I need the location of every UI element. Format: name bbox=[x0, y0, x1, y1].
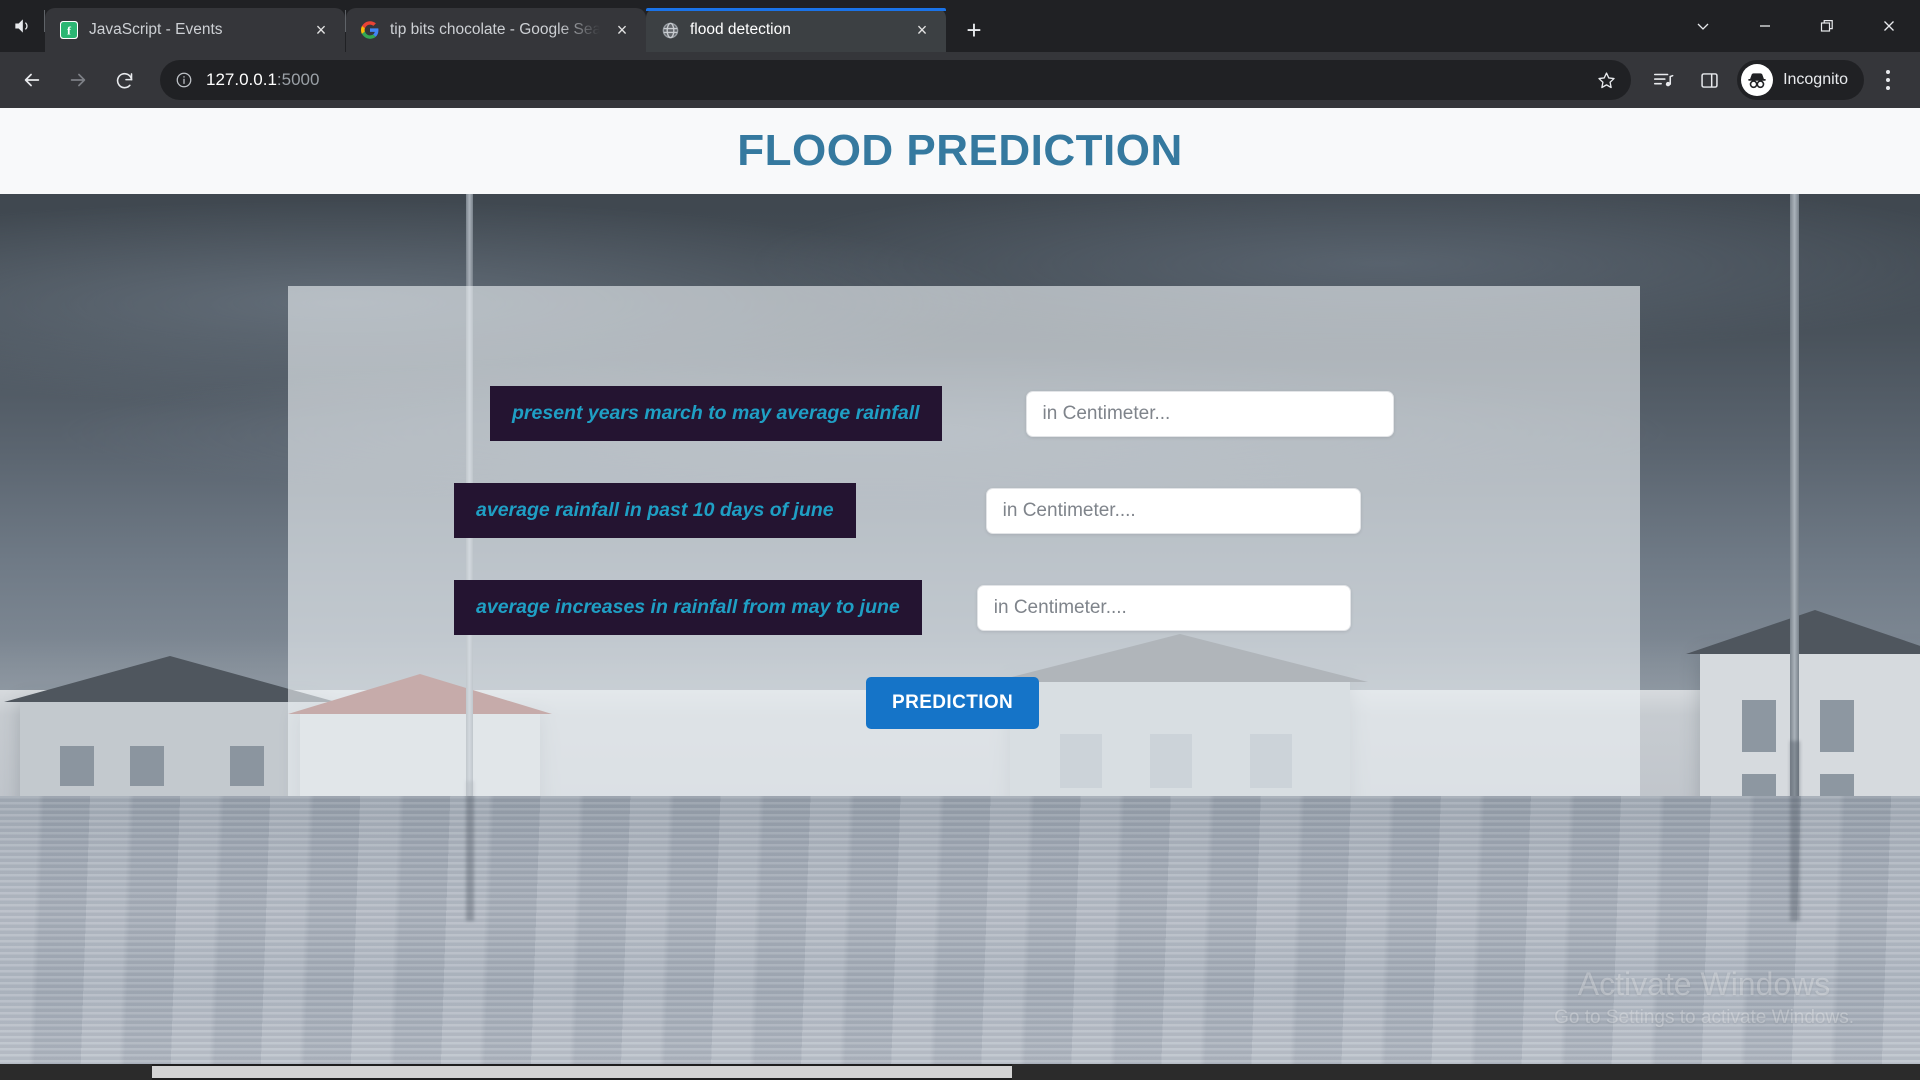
prediction-form-panel: present years march to may average rainf… bbox=[288, 286, 1640, 796]
url-port: :5000 bbox=[276, 70, 320, 89]
url-text: 127.0.0.1:5000 bbox=[206, 70, 319, 90]
profile-chip[interactable]: Incognito bbox=[1737, 60, 1864, 100]
url-host: 127.0.0.1 bbox=[206, 70, 277, 89]
side-panel-icon[interactable] bbox=[1687, 58, 1731, 102]
form-row-rainfall-increase: average increases in rainfall from may t… bbox=[288, 580, 1640, 635]
close-icon[interactable]: × bbox=[910, 18, 934, 42]
pole-reflection bbox=[1790, 740, 1800, 921]
star-icon[interactable] bbox=[1596, 70, 1617, 91]
scrollbar-thumb[interactable] bbox=[152, 1066, 1012, 1078]
input-march-may-rainfall[interactable] bbox=[1025, 390, 1394, 437]
js-tutorial-icon: f bbox=[59, 20, 79, 40]
tab-google-search[interactable]: tip bits chocolate - Google Search × bbox=[346, 8, 646, 52]
pole-reflection bbox=[466, 780, 474, 921]
close-icon[interactable] bbox=[1858, 0, 1920, 52]
globe-icon bbox=[660, 20, 680, 40]
tab-flood-detection[interactable]: flood detection × bbox=[646, 8, 946, 52]
field-label-march-may: present years march to may average rainf… bbox=[490, 386, 942, 441]
reload-icon[interactable] bbox=[102, 58, 146, 102]
page-title: FLOOD PREDICTION bbox=[737, 126, 1183, 175]
three-dot-menu-icon[interactable] bbox=[1866, 58, 1910, 102]
profile-label: Incognito bbox=[1783, 71, 1848, 88]
restore-icon[interactable] bbox=[1796, 0, 1858, 52]
field-label-rainfall-increase: average increases in rainfall from may t… bbox=[454, 580, 922, 635]
close-icon[interactable]: × bbox=[309, 18, 333, 42]
new-tab-button[interactable]: + bbox=[952, 12, 996, 48]
forward-arrow-icon bbox=[56, 58, 100, 102]
water-ripples bbox=[0, 796, 1920, 1080]
page-viewport: FLOOD PREDICTION present years march to … bbox=[0, 108, 1920, 1080]
close-icon[interactable]: × bbox=[610, 18, 634, 42]
chevron-down-icon[interactable] bbox=[1672, 0, 1734, 52]
horizontal-scrollbar[interactable] bbox=[0, 1064, 1920, 1080]
browser-window: f JavaScript - Events × tip bits chocola… bbox=[0, 0, 1920, 1080]
tab-list: f JavaScript - Events × tip bits chocola… bbox=[45, 0, 996, 52]
back-arrow-icon[interactable] bbox=[10, 58, 54, 102]
tab-title: flood detection bbox=[690, 21, 791, 38]
submit-row: PREDICTION bbox=[288, 677, 1640, 729]
minimize-icon[interactable] bbox=[1734, 0, 1796, 52]
tab-title: tip bits chocolate - Google Search bbox=[390, 21, 600, 38]
tab-title: JavaScript - Events bbox=[89, 21, 223, 38]
tab-strip: f JavaScript - Events × tip bits chocola… bbox=[0, 0, 1920, 52]
form-row-rainfall-march-may: present years march to may average rainf… bbox=[288, 386, 1640, 441]
hero-background: present years march to may average rainf… bbox=[0, 194, 1920, 1080]
google-icon bbox=[360, 20, 380, 40]
prediction-button[interactable]: PREDICTION bbox=[866, 677, 1040, 729]
incognito-icon bbox=[1741, 64, 1774, 96]
page-header: FLOOD PREDICTION bbox=[0, 108, 1920, 194]
prediction-form: present years march to may average rainf… bbox=[288, 286, 1640, 729]
info-circle-icon[interactable] bbox=[174, 70, 194, 90]
input-rainfall-increase[interactable] bbox=[976, 584, 1351, 631]
input-june-10days-rainfall[interactable] bbox=[985, 487, 1361, 534]
tab-javascript-events[interactable]: f JavaScript - Events × bbox=[45, 8, 345, 52]
field-label-june-10days: average rainfall in past 10 days of june bbox=[454, 483, 856, 538]
window-controls bbox=[1672, 0, 1920, 52]
form-row-rainfall-june-10days: average rainfall in past 10 days of june bbox=[288, 483, 1640, 538]
browser-toolbar: 127.0.0.1:5000 Incognito bbox=[0, 52, 1920, 108]
media-list-icon[interactable] bbox=[1641, 58, 1685, 102]
speaker-icon[interactable] bbox=[0, 0, 44, 52]
address-bar[interactable]: 127.0.0.1:5000 bbox=[160, 60, 1632, 100]
